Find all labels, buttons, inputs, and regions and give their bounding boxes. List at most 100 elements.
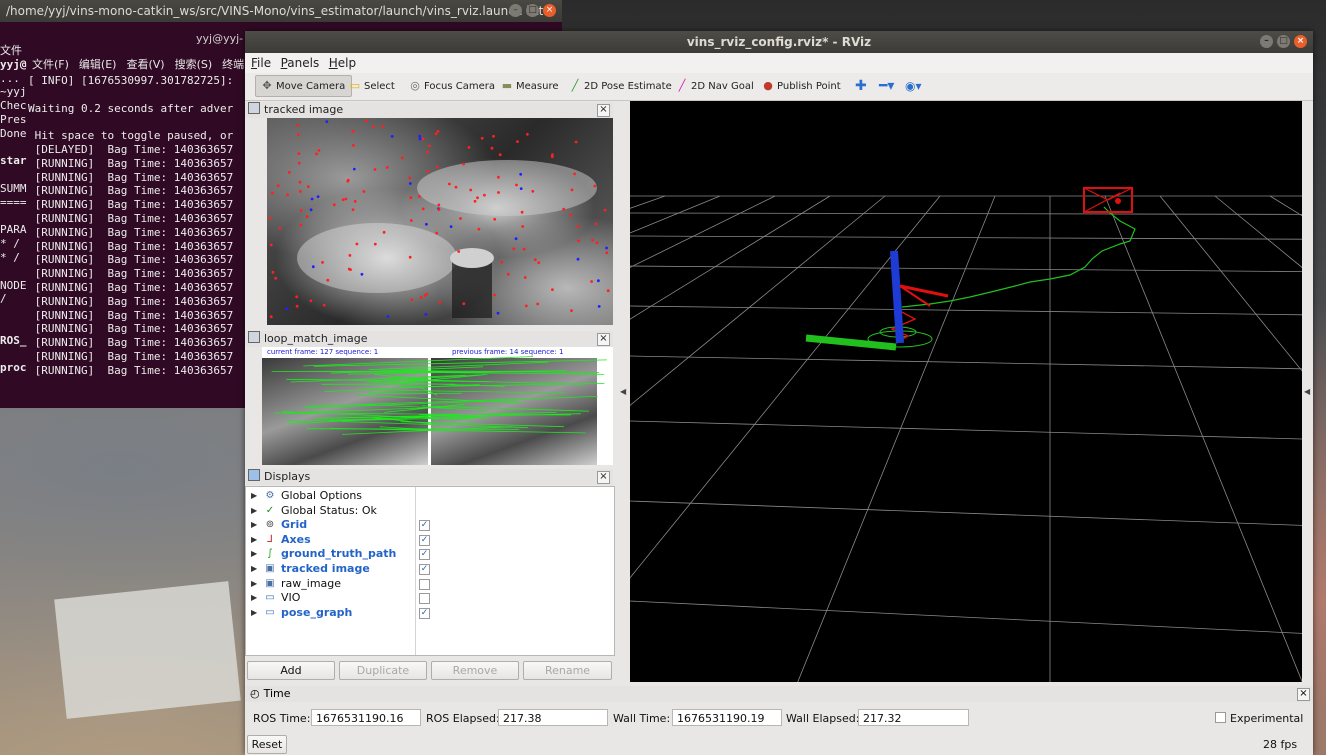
display-item[interactable]: ▶ ∫ ground_truth_path ✓ [246, 547, 612, 562]
display-enable-checkbox[interactable] [419, 593, 430, 605]
expand-arrow-icon[interactable]: ▶ [251, 591, 257, 606]
axes-icon: ⅃ [267, 533, 273, 545]
loop-match-image-view: current frame: 127 sequence: 1 previous … [262, 347, 613, 465]
terminal-output-line: [RUNNING] Bag Time: 140363657 [28, 239, 234, 253]
terminal-left-line: * / [0, 237, 20, 251]
terminal-menu-search[interactable]: 搜索(S) [175, 58, 213, 71]
close-panel-icon[interactable]: × [1297, 688, 1310, 701]
menu-help[interactable]: Help [323, 53, 356, 70]
terminal-menu-file[interactable]: 文件(F) [32, 58, 69, 71]
tool-focus-camera[interactable]: ◎ Focus Camera [408, 76, 495, 96]
terminal-left-line [0, 348, 30, 362]
display-item[interactable]: ▶ ⚙ Global Options [246, 489, 612, 504]
tool-2d-nav-goal[interactable]: ╱ 2D Nav Goal [675, 76, 754, 96]
expand-arrow-icon[interactable]: ▶ [251, 562, 257, 577]
maximize-icon[interactable]: □ [1277, 35, 1290, 48]
display-item[interactable]: ▶ ▣ tracked image ✓ [246, 562, 612, 577]
wall-time-label: Wall Time: [613, 712, 671, 725]
minimize-icon[interactable]: – [1260, 35, 1273, 48]
tool-label: 2D Pose Estimate [584, 81, 672, 92]
collapse-right-icon[interactable]: ◀ [1304, 387, 1310, 396]
expand-arrow-icon[interactable]: ▶ [251, 504, 257, 519]
rename-display-button[interactable]: Rename [523, 661, 612, 680]
tracked-image-panel-header: tracked image × [245, 102, 613, 118]
3d-viewport[interactable] [630, 101, 1302, 682]
expand-arrow-icon[interactable]: ▶ [251, 606, 257, 621]
time-fields-row: ROS Time: 1676531190.16 ROS Elapsed: 217… [245, 709, 1313, 729]
tool-label: Focus Camera [424, 81, 495, 92]
terminal-left-line [0, 141, 30, 155]
expand-arrow-icon[interactable]: ▶ [251, 489, 257, 504]
wall-time-field[interactable]: 1676531190.19 [672, 709, 782, 726]
display-enable-checkbox[interactable]: ✓ [419, 564, 430, 575]
add-tool-icon[interactable]: ✚ [855, 76, 867, 96]
terminal-menu-view[interactable]: 查看(V) [126, 58, 164, 71]
close-icon[interactable]: × [1294, 35, 1307, 48]
rviz-window: vins_rviz_config.rviz* - RViz – □ × File… [245, 31, 1313, 755]
terminal-left-line: ~yyj [0, 85, 27, 99]
axes-marker [805, 250, 949, 351]
display-item[interactable]: ▶ ⊚ Grid ✓ [246, 518, 612, 533]
terminal-output-line: [ INFO] [1676530997.301782725]: [28, 74, 234, 87]
expand-arrow-icon[interactable]: ▶ [251, 533, 257, 548]
ros-time-label: ROS Time: [253, 712, 311, 725]
expand-arrow-icon[interactable]: ▶ [251, 518, 257, 533]
remove-display-button[interactable]: Remove [431, 661, 519, 680]
display-enable-checkbox[interactable]: ✓ [419, 549, 430, 561]
close-icon[interactable]: × [543, 4, 556, 17]
view-tool-icon[interactable]: ◉▾ [905, 76, 922, 96]
close-panel-icon[interactable]: × [597, 471, 610, 484]
menu-panels[interactable]: Panels [275, 53, 320, 70]
display-enable-checkbox[interactable]: ✓ [419, 534, 430, 546]
terminal-left-line: ... [0, 71, 20, 85]
ros-elapsed-label: ROS Elapsed: [426, 712, 500, 725]
collapse-left-icon[interactable]: ◀ [620, 387, 626, 396]
close-panel-icon[interactable]: × [597, 104, 610, 117]
display-item[interactable]: ▶ ▣ raw_image [246, 577, 612, 592]
display-item[interactable]: ▶ ▭ pose_graph ✓ [246, 606, 612, 621]
terminal-output-line: [RUNNING] Bag Time: 140363657 [28, 211, 234, 225]
rviz-titlebar[interactable]: vins_rviz_config.rviz* - RViz – □ × [245, 31, 1313, 53]
tool-label: Measure [516, 81, 559, 92]
tool-measure[interactable]: ▬ Measure [500, 76, 559, 96]
remove-tool-icon[interactable]: ━▾ [879, 76, 894, 96]
minimize-icon[interactable]: – [509, 4, 522, 17]
terminal-output-line: [RUNNING] Bag Time: 140363657 [28, 253, 234, 267]
display-item[interactable]: ▶ ▭ VIO [246, 591, 612, 606]
tool-move-camera[interactable]: ✥ Move Camera [255, 75, 353, 97]
terminal-menu-terminal[interactable]: 终端 [222, 58, 244, 71]
duplicate-display-button[interactable]: Duplicate [339, 661, 427, 680]
status-ok-icon: ✓ [265, 504, 275, 516]
tool-select[interactable]: ▭ Select [348, 76, 395, 96]
display-enable-checkbox[interactable]: ✓ [419, 607, 430, 619]
wall-elapsed-field[interactable]: 217.32 [858, 709, 969, 726]
ros-time-field[interactable]: 1676531190.16 [311, 709, 421, 726]
menu-file[interactable]: File [245, 53, 271, 70]
reset-button[interactable]: Reset [247, 735, 287, 754]
expand-arrow-icon[interactable]: ▶ [251, 577, 257, 592]
display-item[interactable]: ▶ ✓ Global Status: Ok [246, 504, 612, 519]
left-splitter[interactable]: ◀ [618, 101, 628, 682]
display-enable-checkbox[interactable] [419, 578, 430, 590]
terminal-left-line: ==== [0, 195, 27, 209]
terminal-left-line: proc [0, 361, 27, 375]
select-icon: ▭ [349, 79, 361, 92]
move-camera-icon: ✥ [262, 79, 272, 92]
add-display-button[interactable]: Add [247, 661, 335, 680]
tool-publish-point[interactable]: ● Publish Point [761, 76, 840, 96]
ros-elapsed-field[interactable]: 217.38 [498, 709, 608, 726]
terminal-titlebar[interactable]: /home/yyj/vins-mono-catkin_ws/src/VINS-M… [0, 0, 562, 22]
right-splitter[interactable]: ◀ [1302, 101, 1312, 682]
terminal-output-line: [DELAYED] Bag Time: 140363657 [28, 142, 234, 156]
experimental-checkbox[interactable] [1215, 712, 1226, 723]
close-panel-icon[interactable]: × [597, 333, 610, 346]
expand-arrow-icon[interactable]: ▶ [251, 547, 257, 562]
loop-match-title: loop_match_image [264, 332, 368, 345]
display-enable-checkbox[interactable]: ✓ [419, 520, 430, 532]
tool-2d-pose-estimate[interactable]: ╱ 2D Pose Estimate [568, 76, 672, 96]
maximize-icon[interactable]: □ [526, 4, 539, 17]
folder-icon: ▭ [265, 592, 275, 604]
terminal-output-line: [RUNNING] Bag Time: 140363657 [28, 294, 234, 308]
terminal-menu-edit[interactable]: 编辑(E) [79, 58, 117, 71]
display-item[interactable]: ▶ ⅃ Axes ✓ [246, 533, 612, 548]
